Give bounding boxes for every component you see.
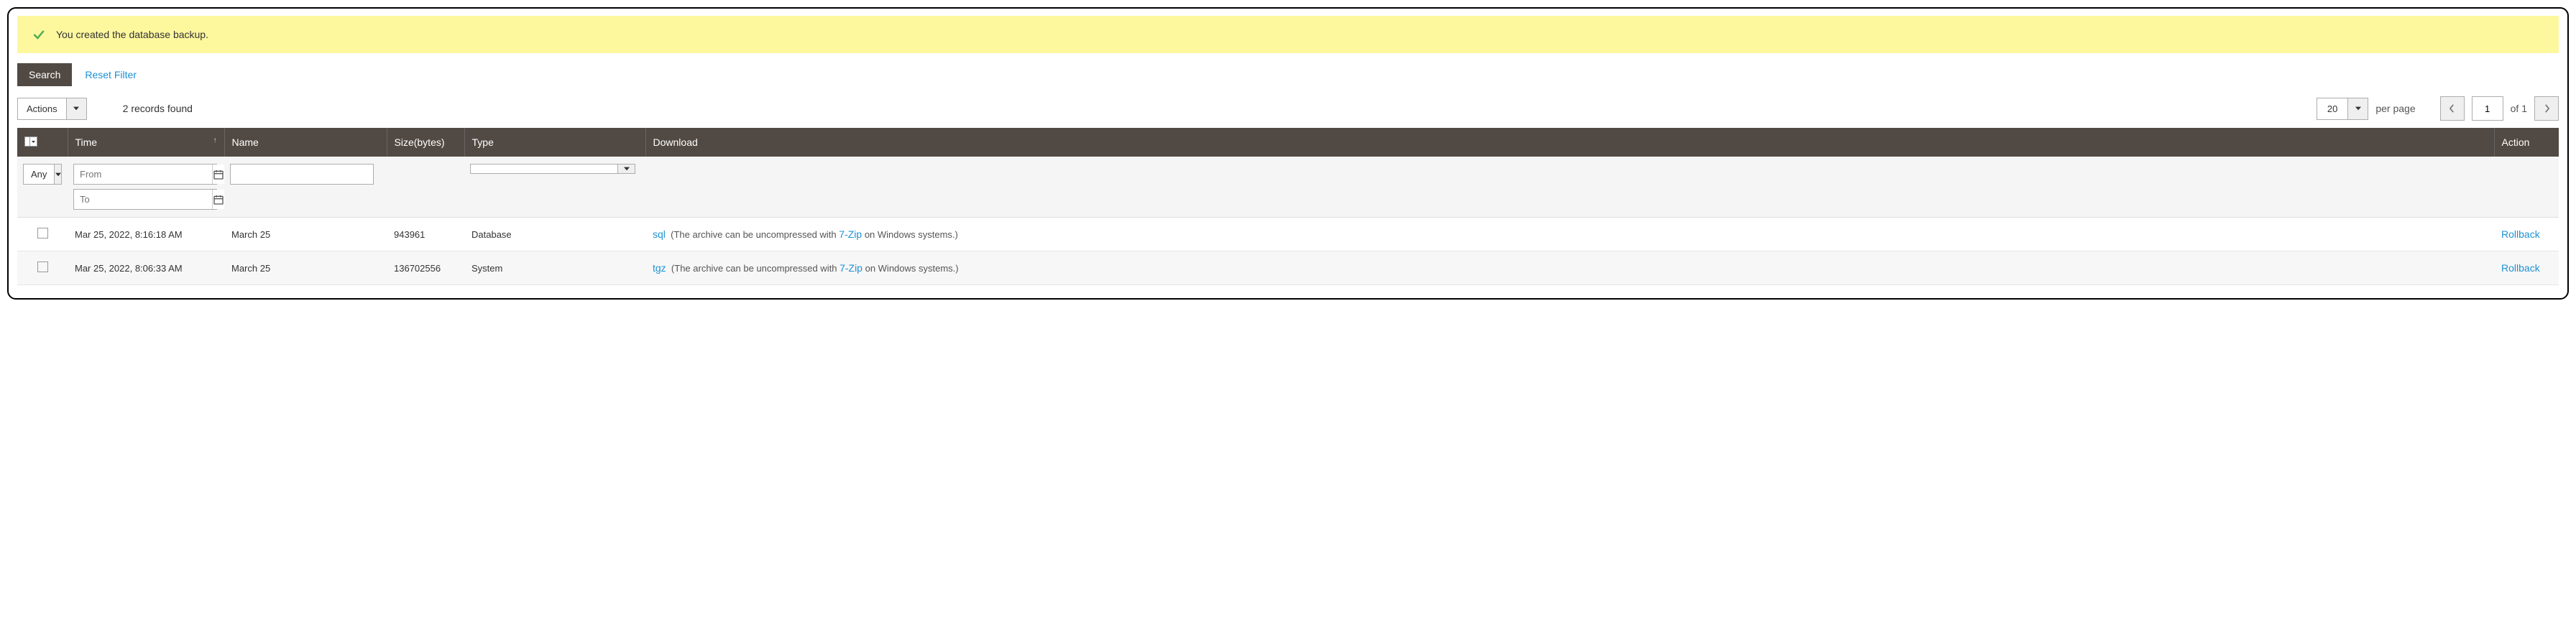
table-row: Mar 25, 2022, 8:06:33 AM March 25 136702… [17, 251, 2559, 285]
sort-asc-icon: ↑ [213, 136, 217, 144]
reset-filter-link[interactable]: Reset Filter [85, 69, 137, 80]
row-checkbox[interactable] [37, 261, 48, 272]
cell-download: sql (The archive can be uncompressed wit… [645, 218, 2494, 251]
per-page-select[interactable]: 20 [2317, 98, 2368, 120]
success-text: You created the database backup. [56, 29, 208, 40]
records-found: 2 records found [123, 103, 193, 114]
calendar-icon[interactable] [212, 165, 224, 184]
per-page-value: 20 [2317, 98, 2347, 119]
cell-size: 136702556 [387, 251, 464, 285]
cell-name: March 25 [224, 218, 387, 251]
to-date-input[interactable] [74, 190, 212, 209]
actions-dropdown[interactable]: Actions [17, 98, 87, 120]
next-page-button[interactable] [2534, 96, 2559, 121]
cell-download: tgz (The archive can be uncompressed wit… [645, 251, 2494, 285]
calendar-icon[interactable] [212, 190, 224, 209]
cell-time: Mar 25, 2022, 8:16:18 AM [68, 218, 224, 251]
filter-time-to[interactable] [73, 189, 217, 210]
per-page-label: per page [2375, 103, 2415, 114]
from-date-input[interactable] [74, 165, 212, 184]
sevenzip-link[interactable]: 7-Zip [840, 262, 862, 274]
col-header-time[interactable]: Time↑ [68, 128, 224, 157]
filter-row: Any [17, 157, 2559, 218]
actions-label: Actions [18, 98, 66, 119]
chevron-down-icon[interactable] [617, 165, 635, 173]
prev-page-button[interactable] [2440, 96, 2465, 121]
chevron-down-icon[interactable] [54, 165, 61, 184]
download-link[interactable]: tgz [653, 262, 666, 274]
row-checkbox[interactable] [37, 228, 48, 238]
cell-name: March 25 [224, 251, 387, 285]
col-header-type[interactable]: Type [464, 128, 645, 157]
table-row: Mar 25, 2022, 8:16:18 AM March 25 943961… [17, 218, 2559, 251]
sevenzip-link[interactable]: 7-Zip [839, 228, 862, 240]
page-input[interactable] [2472, 96, 2503, 121]
col-header-action: Action [2494, 128, 2559, 157]
col-header-select [17, 128, 68, 157]
rollback-link[interactable]: Rollback [2501, 262, 2540, 274]
filter-time-from[interactable] [73, 164, 217, 185]
cell-type: System [464, 251, 645, 285]
chevron-down-icon[interactable] [29, 137, 37, 146]
col-header-name[interactable]: Name [224, 128, 387, 157]
check-icon [32, 27, 46, 42]
cell-type: Database [464, 218, 645, 251]
filter-select-any[interactable]: Any [23, 164, 62, 185]
filter-name-input[interactable] [230, 164, 374, 185]
col-header-download: Download [645, 128, 2494, 157]
col-header-size[interactable]: Size(bytes) [387, 128, 464, 157]
filter-type-select[interactable] [470, 164, 635, 174]
cell-size: 943961 [387, 218, 464, 251]
backups-table: Time↑ Name Size(bytes) Type Download Act… [17, 128, 2559, 285]
download-link[interactable]: sql [653, 228, 666, 240]
select-all-checkbox[interactable] [24, 136, 37, 147]
search-button[interactable]: Search [17, 63, 72, 86]
rollback-link[interactable]: Rollback [2501, 228, 2540, 240]
chevron-down-icon[interactable] [2347, 98, 2368, 119]
of-pages-label: of 1 [2511, 103, 2527, 114]
success-banner: You created the database backup. [17, 16, 2559, 53]
cell-time: Mar 25, 2022, 8:06:33 AM [68, 251, 224, 285]
chevron-down-icon[interactable] [66, 98, 86, 119]
